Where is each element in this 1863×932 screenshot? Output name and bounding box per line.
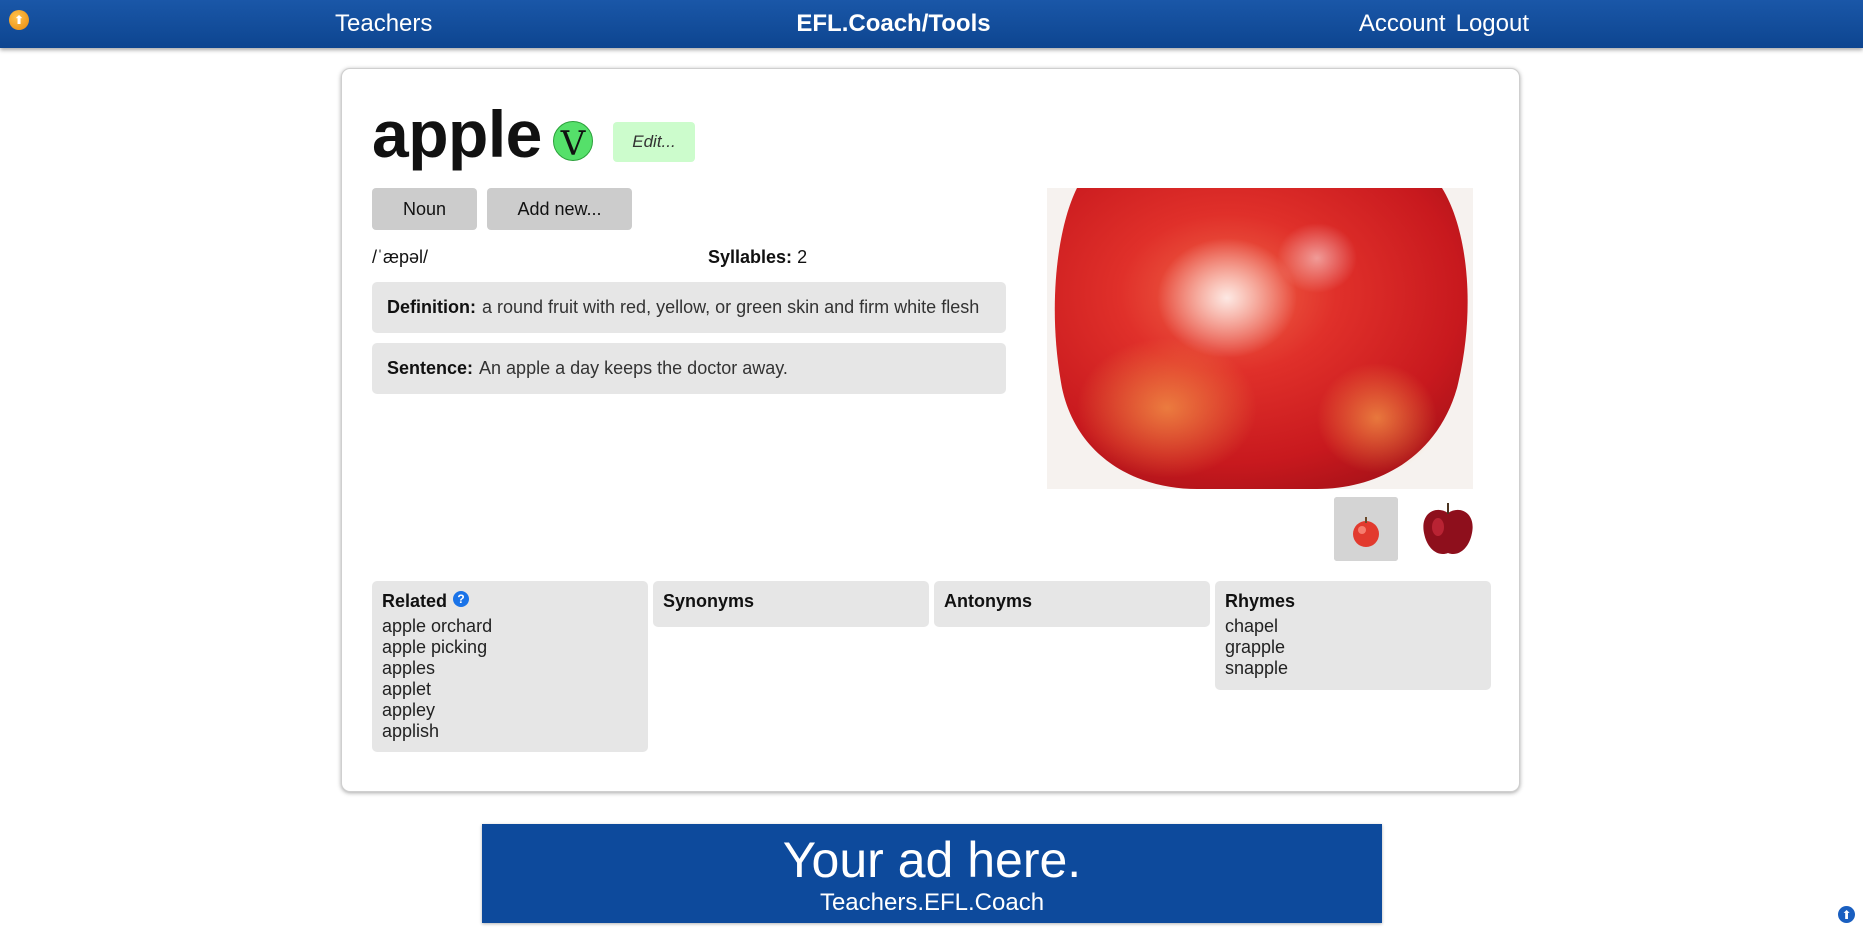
antonyms-title: Antonyms [944, 591, 1033, 611]
apple-main-image-drawing [1047, 188, 1473, 489]
edit-button[interactable]: Edit... [613, 122, 695, 162]
apple-main-image[interactable] [1047, 188, 1473, 489]
synonyms-title: Synonyms [663, 591, 755, 611]
word-card: apple V Edit... Noun Add new... /ˈæpəl/ … [341, 68, 1520, 792]
list-item[interactable]: applet [382, 679, 638, 700]
top-navbar: ⬆ Teachers EFL.Coach/Tools Account Logout [0, 0, 1863, 48]
noun-button[interactable]: Noun [372, 188, 477, 230]
definition-box: Definition: a round fruit with red, yell… [372, 282, 1006, 333]
ipa-pronunciation: /ˈæpəl/ [372, 247, 429, 267]
syllables-info: Syllables: 2 [708, 247, 807, 268]
rhymes-title: Rhymes [1225, 591, 1296, 611]
related-title: Related [382, 591, 448, 611]
nav-account-link[interactable]: Account [1359, 10, 1446, 37]
rhymes-items: chapel grapple snapple [1225, 616, 1481, 679]
related-list: Related ? apple orchard apple picking ap… [372, 581, 648, 752]
help-icon[interactable]: ? [453, 590, 470, 607]
nav-logout-link[interactable]: Logout [1456, 10, 1529, 37]
related-heading: Related ? [382, 590, 638, 612]
list-item[interactable]: grapple [1225, 637, 1481, 658]
word-title: apple [372, 97, 542, 171]
related-items: apple orchard apple picking apples apple… [382, 616, 638, 742]
antonyms-list: Antonyms [934, 581, 1210, 627]
apple-thumbnail-1[interactable] [1334, 497, 1398, 561]
sentence-label: Sentence: [387, 358, 474, 378]
ad-subtitle: Teachers.EFL.Coach [819, 889, 1045, 916]
verified-badge[interactable]: V [553, 121, 593, 164]
list-item[interactable]: apple orchard [382, 616, 638, 637]
apple-thumbnail-2[interactable] [1416, 497, 1480, 561]
syllables-label: Syllables: [708, 247, 793, 267]
ad-banner[interactable]: Your ad here. Teachers.EFL.Coach [482, 824, 1382, 923]
ad-title: Your ad here. [782, 832, 1082, 888]
nav-account-group: Account Logout [1349, 10, 1529, 38]
syllables-value: 2 [797, 247, 808, 267]
scroll-up-icon[interactable]: ⬆ [1838, 906, 1855, 923]
definition-text: a round fruit with red, yellow, or green… [481, 297, 980, 317]
add-new-button[interactable]: Add new... [487, 188, 632, 230]
list-item[interactable]: apples [382, 658, 638, 679]
definition-label: Definition: [387, 297, 476, 317]
list-item[interactable]: apple picking [382, 637, 638, 658]
list-item[interactable]: appley [382, 700, 638, 721]
sentence-text: An apple a day keeps the doctor away. [479, 358, 788, 378]
sentence-box: Sentence: An apple a day keeps the docto… [372, 343, 1006, 394]
apple-thumbnail-1-drawing [1334, 497, 1398, 561]
synonyms-list: Synonyms [653, 581, 929, 627]
list-item[interactable]: snapple [1225, 658, 1481, 679]
apple-thumbnail-2-drawing [1416, 497, 1480, 561]
list-item[interactable]: chapel [1225, 616, 1481, 637]
rhymes-list: Rhymes chapel grapple snapple [1215, 581, 1491, 690]
list-item[interactable]: applish [382, 721, 638, 742]
